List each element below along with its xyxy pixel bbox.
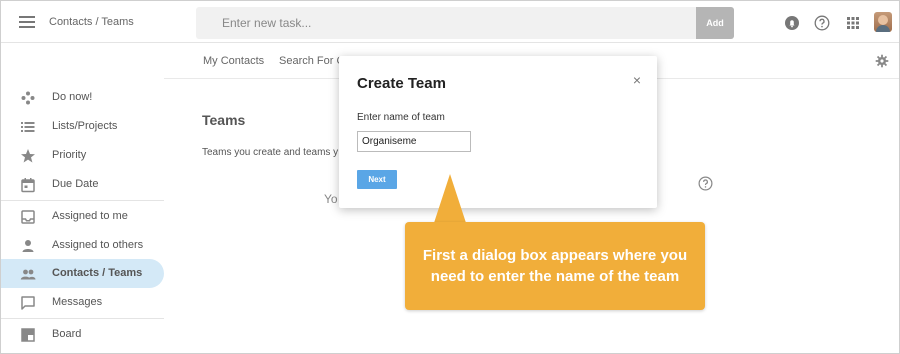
sidebar-item-label: Lists/Projects [52,120,118,132]
top-bar: Contacts / Teams Add [1,1,899,43]
sidebar-item-label: Messages [52,296,103,308]
sidebar-item-due-date[interactable]: Due Date [1,170,164,199]
tab-search-for-contacts[interactable]: Search For C [279,55,344,67]
callout-text: First a dialog box appears where you nee… [422,247,688,285]
teams-description: Teams you create and teams y [202,147,339,158]
calendar-icon [21,178,35,193]
settings-gear-icon[interactable] [875,54,889,68]
people-icon [20,269,36,280]
list-icon [21,122,35,132]
dialog-title: Create Team [357,75,446,92]
team-name-label: Enter name of team [357,112,445,123]
apps-grid-icon[interactable] [845,15,861,31]
sidebar-item-label: Assigned to others [52,239,144,251]
sidebar-item-label: Board [52,328,82,340]
star-icon [21,149,35,163]
sidebar-item-contacts-teams[interactable]: Contacts / Teams [1,259,164,288]
sidebar-item-assigned-to-others[interactable]: Assigned to others [1,231,164,260]
breadcrumb: Contacts / Teams [49,16,134,28]
sidebar-item-priority[interactable]: Priority [1,141,164,170]
new-task-input[interactable] [196,7,696,39]
sidebar-item-assigned-to-me[interactable]: Assigned to me [1,202,164,231]
message-icon [21,296,35,310]
inbox-icon [21,210,35,224]
notification-bell-icon[interactable] [784,15,800,31]
team-name-input[interactable] [357,131,471,152]
empty-state-text: Yo [324,192,338,206]
page-title: Teams [202,112,246,128]
add-task-button[interactable]: Add [696,7,734,39]
instruction-callout: First a dialog box appears where you nee… [405,222,705,310]
sidebar-item-label: Due Date [52,178,99,190]
callout-pointer [432,174,468,229]
person-icon [22,240,34,252]
sidebar-item-board[interactable]: Board [1,320,164,349]
sidebar-item-label: Priority [52,149,87,161]
sidebar-item-do-now[interactable]: Do now! [1,83,164,112]
app-window: Contacts / Teams Add My Contacts Search [0,0,900,354]
board-icon [21,328,35,342]
close-icon[interactable]: × [633,73,641,87]
sidebar-item-lists-projects[interactable]: Lists/Projects [1,112,164,141]
sidebar-divider [1,318,164,319]
tab-my-contacts[interactable]: My Contacts [203,55,264,67]
next-button[interactable]: Next [357,170,397,189]
hamburger-menu-icon[interactable] [19,16,35,28]
help-icon[interactable] [814,15,830,31]
help-icon[interactable] [698,176,713,191]
sidebar-item-label: Contacts / Teams [52,267,143,279]
user-avatar[interactable] [874,12,892,32]
sidebar-item-label: Do now! [52,91,93,103]
sidebar-item-label: Assigned to me [52,210,128,222]
sidebar-divider [1,200,164,201]
sidebar: Do now! Lists/Projects Priority Due Date [1,83,164,353]
create-team-dialog: Create Team × Enter name of team Next [339,56,657,208]
sidebar-item-messages[interactable]: Messages [1,288,164,317]
new-task-bar: Add [196,7,734,39]
gamepad-icon [21,91,35,105]
